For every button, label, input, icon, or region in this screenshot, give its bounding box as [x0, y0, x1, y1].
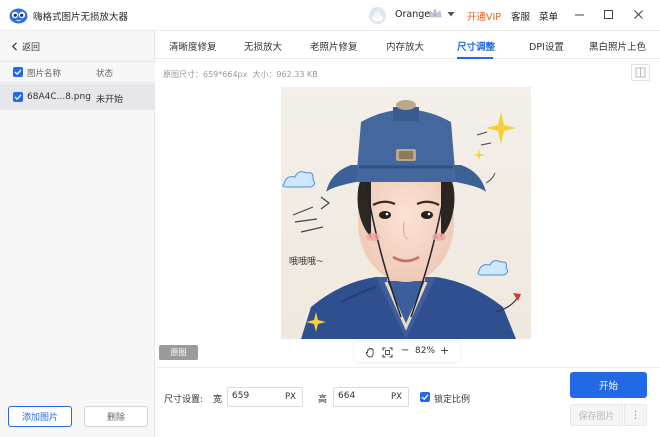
tab-dpi-settings[interactable]: DPI设置 — [529, 39, 564, 53]
original-image-button[interactable]: 原图 — [159, 345, 198, 360]
tab-clarity-repair[interactable]: 清晰度修复 — [169, 39, 217, 53]
user-name[interactable]: Orange — [395, 9, 430, 20]
maximize-icon[interactable] — [602, 8, 615, 21]
app-logo-icon — [9, 8, 28, 24]
preview-image[interactable]: 哦哦哦~ — [281, 87, 531, 339]
zoom-out-button[interactable]: − — [401, 345, 409, 356]
avatar-image-icon — [369, 7, 386, 24]
vip-crown-icon — [428, 8, 442, 18]
height-field[interactable]: PX — [333, 387, 409, 407]
width-input[interactable] — [232, 391, 282, 401]
delete-button[interactable]: 删除 — [84, 406, 148, 427]
more-options-button[interactable]: ⋮ — [624, 404, 647, 426]
chevron-left-icon — [11, 42, 17, 51]
file-checkbox[interactable] — [13, 92, 23, 102]
fit-screen-icon[interactable] — [382, 347, 393, 358]
compare-view-button[interactable] — [631, 64, 650, 81]
check-icon — [14, 94, 22, 101]
minimize-icon[interactable] — [573, 8, 586, 21]
menu-button[interactable]: 菜单 — [539, 9, 558, 23]
height-input[interactable] — [338, 391, 388, 401]
width-unit: PX — [285, 392, 296, 402]
svg-text:哦哦哦~: 哦哦哦~ — [289, 255, 324, 267]
file-name: 68A4C...8.png — [27, 92, 91, 102]
height-label: 高 — [318, 395, 328, 405]
file-list-header: 图片名称 状态 — [0, 61, 155, 83]
file-size-label: 大小： — [252, 70, 277, 79]
image-size-label: 原图尺寸： — [163, 70, 203, 79]
height-unit: PX — [391, 392, 402, 402]
lock-ratio-label[interactable]: 锁定比例 — [434, 392, 470, 405]
image-size-value: 659*664px — [203, 70, 248, 79]
size-settings-label: 尺寸设置: — [164, 395, 204, 405]
tab-old-photo-repair[interactable]: 老照片修复 — [310, 39, 358, 53]
split-view-icon — [635, 67, 646, 78]
zoom-toolbar: − 82% + — [354, 342, 460, 362]
zoom-in-button[interactable]: + — [440, 344, 449, 357]
function-tabs: 清晰度修复 无损放大 老照片修复 内存放大 尺寸调整 DPI设置 黑白照片上色 — [155, 31, 660, 59]
tab-lossless-upscale[interactable]: 无损放大 — [244, 39, 282, 53]
file-list-item[interactable]: 68A4C...8.png 未开始 — [0, 84, 155, 110]
file-sidebar: 返回 图片名称 状态 68A4C...8.png 未开始 添加图片 删除 — [0, 31, 155, 437]
select-all-checkbox[interactable] — [13, 67, 23, 77]
lock-ratio-checkbox[interactable] — [420, 392, 430, 402]
zoom-level: 82% — [415, 346, 436, 356]
app-title: 嗨格式图片无损放大器 — [33, 12, 129, 23]
tab-colorize[interactable]: 黑白照片上色 — [589, 39, 646, 53]
column-header-name: 图片名称 — [27, 69, 62, 79]
image-info: 原图尺寸：659*664px 大小：962.33 KB — [163, 69, 318, 80]
vip-link[interactable]: 开通VIP — [467, 9, 501, 23]
portrait-photo-icon: 哦哦哦~ — [281, 87, 531, 339]
caret-down-icon[interactable] — [447, 10, 455, 18]
file-status: 未开始 — [96, 95, 124, 105]
service-button[interactable]: 客服 — [511, 9, 530, 23]
divider — [155, 367, 660, 368]
check-icon — [14, 69, 22, 76]
back-label: 返回 — [22, 43, 41, 53]
active-tab-indicator — [457, 57, 493, 59]
back-button[interactable]: 返回 — [11, 40, 40, 53]
hand-pan-icon[interactable] — [365, 347, 376, 358]
user-avatar[interactable] — [369, 7, 386, 24]
width-field[interactable]: PX — [227, 387, 303, 407]
close-icon[interactable] — [632, 8, 645, 21]
check-icon — [421, 394, 429, 401]
column-header-status: 状态 — [96, 69, 114, 79]
file-size-value: 962.33 KB — [276, 70, 318, 79]
tab-resize[interactable]: 尺寸调整 — [457, 39, 495, 53]
tab-memory-upscale[interactable]: 内存放大 — [386, 39, 424, 53]
start-button[interactable]: 开始 — [570, 372, 647, 398]
title-bar: 嗨格式图片无损放大器 Orange 开通VIP 客服 菜单 — [0, 0, 660, 31]
width-label: 宽 — [213, 395, 223, 405]
save-image-button[interactable]: 保存图片 — [570, 404, 623, 426]
add-image-button[interactable]: 添加图片 — [8, 406, 72, 427]
